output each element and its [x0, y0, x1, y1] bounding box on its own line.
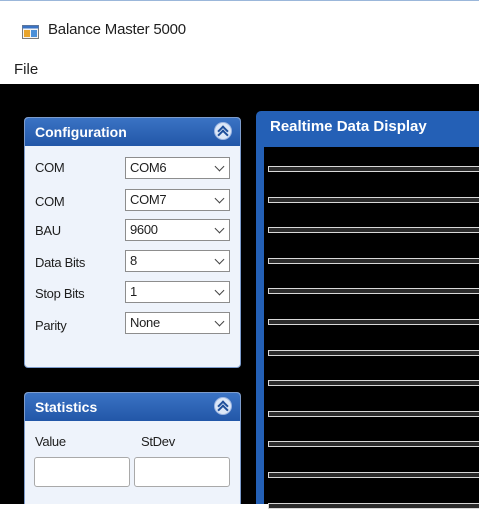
config-row-parity: Parity None [25, 309, 240, 339]
value-label: Value [35, 434, 66, 449]
statistics-title: Statistics [35, 399, 98, 415]
stop-bits-value: 1 [130, 284, 137, 299]
chevron-down-icon [214, 223, 225, 234]
chevron-down-icon [214, 193, 225, 204]
configuration-panel: Configuration COM COM6 COM COM7 BAU 9600… [24, 117, 241, 368]
realtime-channel-row [268, 257, 479, 264]
com-port-2-value: COM7 [130, 192, 167, 207]
collapse-configuration-button[interactable] [214, 122, 232, 141]
chevron-down-icon [214, 285, 225, 296]
window-title: Balance Master 5000 [48, 21, 186, 38]
com-port-2-select[interactable]: COM7 [125, 189, 230, 211]
data-bits-select[interactable]: 8 [125, 250, 230, 272]
realtime-channel-row [268, 196, 479, 203]
value-field[interactable] [34, 457, 130, 487]
config-row-com1: COM COM6 [25, 154, 240, 184]
menu-file[interactable]: File [14, 61, 38, 78]
stdev-label: StDev [141, 434, 175, 449]
realtime-channel-row [268, 472, 479, 478]
configuration-title: Configuration [35, 124, 127, 140]
baud-value: 9600 [130, 222, 158, 237]
configuration-header: Configuration [25, 118, 240, 146]
realtime-channel-row [268, 288, 479, 295]
title-bar: Balance Master 5000 [0, 1, 479, 57]
realtime-channel-row [268, 349, 479, 356]
baud-label: BAU [35, 223, 61, 238]
stop-bits-label: Stop Bits [35, 286, 85, 301]
parity-value: None [130, 315, 160, 330]
parity-select[interactable]: None [125, 312, 230, 334]
stdev-field[interactable] [134, 457, 230, 487]
realtime-panel: Realtime Data Display [256, 111, 479, 509]
realtime-channel-row [268, 410, 479, 417]
parity-label: Parity [35, 318, 67, 333]
realtime-channel-row [268, 227, 479, 234]
realtime-title: Realtime Data Display [270, 118, 427, 135]
realtime-channel-row [268, 441, 479, 448]
chevron-down-icon [214, 316, 225, 327]
collapse-statistics-button[interactable] [214, 397, 232, 416]
data-bits-value: 8 [130, 253, 137, 268]
config-row-databits: Data Bits 8 [25, 247, 240, 277]
realtime-display [264, 147, 479, 509]
config-row-com2: COM COM7 [25, 186, 240, 216]
app-window-icon [22, 25, 39, 39]
data-bits-label: Data Bits [35, 255, 86, 270]
config-row-stopbits: Stop Bits 1 [25, 278, 240, 308]
chevron-down-icon [214, 254, 225, 265]
config-row-baud: BAU 9600 [25, 216, 240, 246]
realtime-channel-row [268, 319, 479, 325]
baud-select[interactable]: 9600 [125, 219, 230, 241]
menu-bar: File [0, 57, 479, 84]
stop-bits-select[interactable]: 1 [125, 281, 230, 303]
realtime-channel-row [268, 502, 479, 509]
chevron-down-icon [214, 161, 225, 172]
statistics-header: Statistics [25, 393, 240, 421]
com-port-2-label: COM [35, 194, 65, 209]
com-port-label: COM [35, 160, 65, 175]
statistics-panel: Statistics Value StDev [24, 392, 241, 504]
com-port-select[interactable]: COM6 [125, 157, 230, 179]
com-port-value: COM6 [130, 160, 167, 175]
realtime-channel-row [268, 380, 479, 387]
realtime-channel-row [268, 166, 479, 172]
